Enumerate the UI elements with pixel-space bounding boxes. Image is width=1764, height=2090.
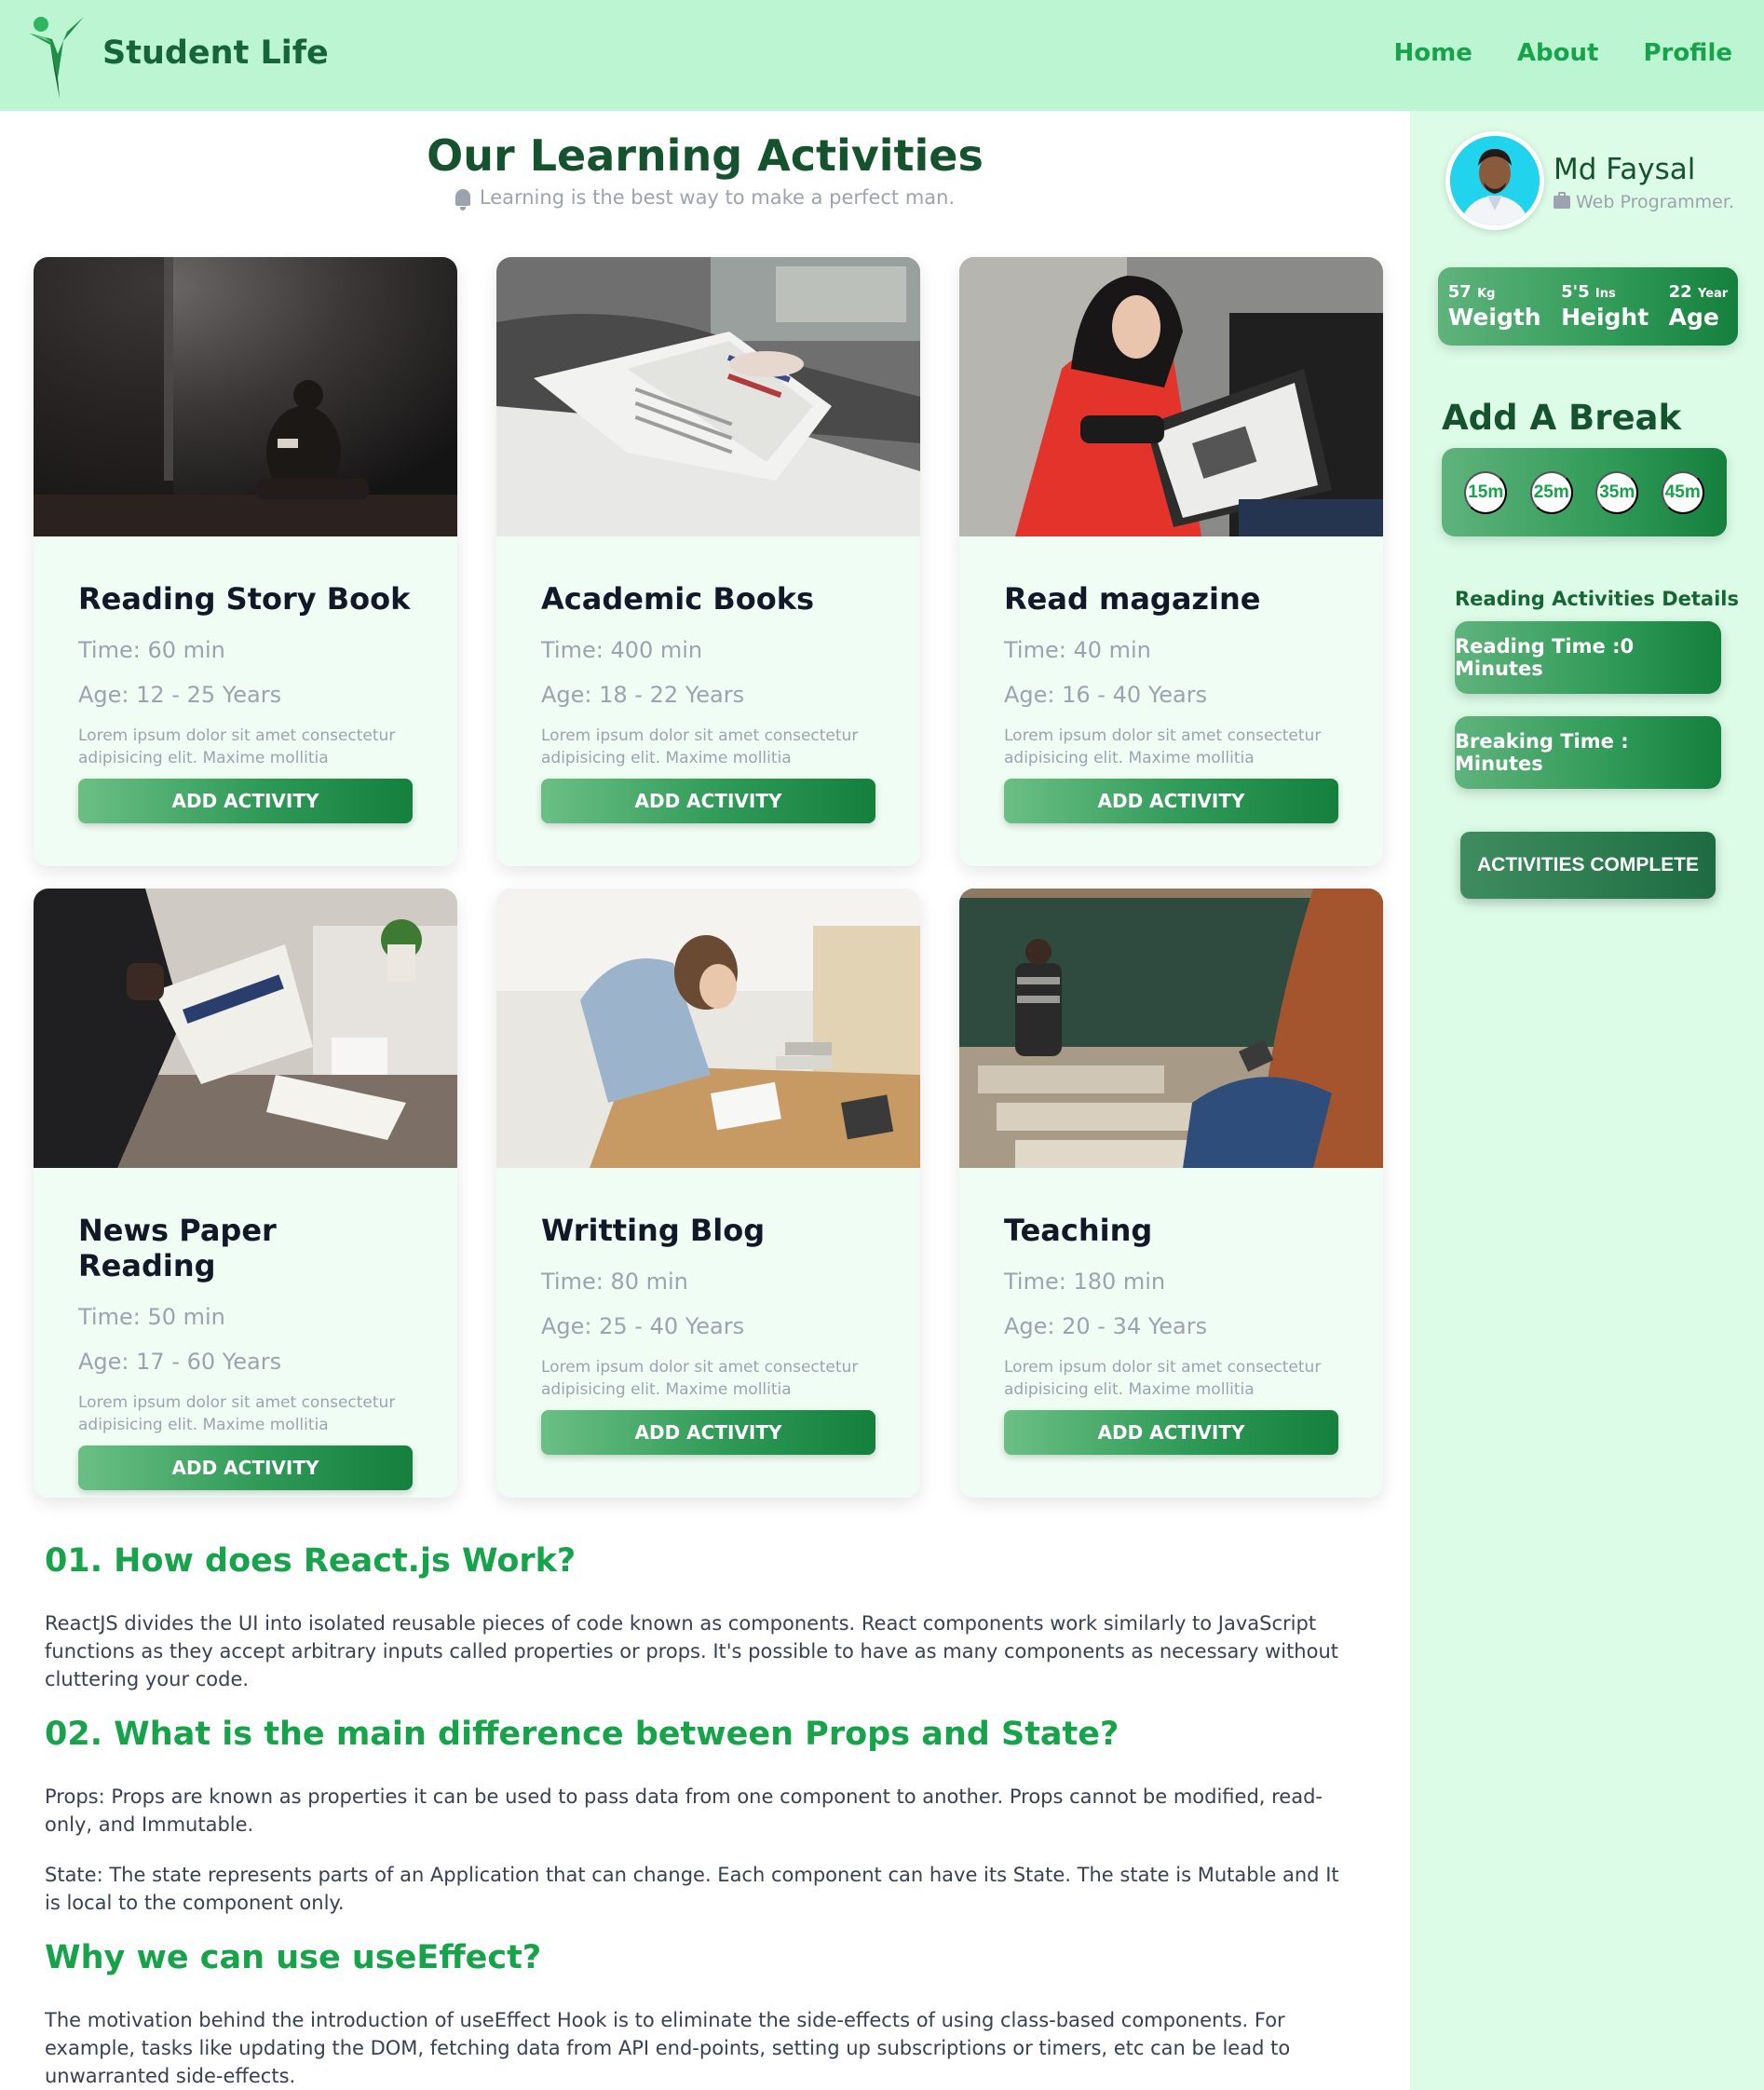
card-title: Reading Story Book	[78, 581, 411, 617]
qa-paragraph: State: The state represents parts of an …	[45, 1864, 1339, 1914]
user-photo-icon	[1450, 136, 1540, 225]
brand[interactable]: Student Life	[26, 13, 329, 99]
sidebar: Md Faysal Web Programmer. 57 Kg Weigth 5…	[1410, 111, 1764, 2090]
card-time: Time: 80 min	[541, 1269, 688, 1295]
card-age: Age: 25 - 40 Years	[541, 1313, 745, 1339]
add-activity-button[interactable]: ADD ACTIVITY	[1004, 779, 1338, 823]
qa-heading: 02. What is the main difference between …	[45, 1716, 1119, 1753]
add-activity-button[interactable]: ADD ACTIVITY	[78, 779, 413, 823]
card-title: Academic Books	[541, 581, 815, 617]
break-45m-button[interactable]: 45m	[1661, 470, 1704, 514]
breaking-time-box: Breaking Time : Minutes	[1455, 716, 1721, 789]
qa-heading: Why we can use useEffect?	[45, 1939, 542, 1976]
stat-weight: 57 Kg Weigth	[1448, 282, 1541, 331]
activity-card: Academic Books Time: 400 min Age: 18 - 2…	[496, 257, 920, 866]
break-35m-button[interactable]: 35m	[1595, 470, 1639, 514]
bell-icon	[455, 189, 470, 210]
student-logo-icon	[30, 17, 84, 99]
card-time: Time: 40 min	[1004, 637, 1151, 663]
card-title: Read magazine	[1004, 581, 1261, 617]
card-time: Time: 180 min	[1004, 1269, 1166, 1295]
card-age: Age: 20 - 34 Years	[1004, 1313, 1208, 1339]
details-title: Reading Activities Details	[1455, 588, 1740, 610]
page-subtitle: Learning is the best way to make a perfe…	[0, 186, 1410, 210]
qa-paragraph: Props: Props are known as properties it …	[45, 1785, 1323, 1836]
profile-role-text: Web Programmer.	[1576, 192, 1734, 212]
avatar[interactable]	[1445, 131, 1544, 230]
card-age: Age: 17 - 60 Years	[78, 1349, 282, 1375]
card-description: Lorem ipsum dolor sit amet consectetur a…	[78, 1393, 396, 1434]
card-description: Lorem ipsum dolor sit amet consectetur a…	[78, 726, 396, 767]
activities-complete-button[interactable]: ACTIVITIES COMPLETE	[1460, 832, 1716, 899]
activity-card: Read magazine Time: 40 min Age: 16 - 40 …	[959, 257, 1383, 866]
profile-role: Web Programmer.	[1554, 192, 1734, 212]
nav-links: Home About Profile	[1394, 39, 1732, 67]
activity-card: Teaching Time: 180 min Age: 20 - 34 Year…	[959, 889, 1383, 1498]
card-image-academic-books	[496, 257, 920, 536]
profile: Md Faysal Web Programmer.	[1445, 131, 1734, 230]
nav-profile[interactable]: Profile	[1643, 39, 1732, 67]
card-description: Lorem ipsum dolor sit amet consectetur a…	[541, 1358, 859, 1399]
stat-label: Height	[1561, 304, 1649, 331]
break-25m-button[interactable]: 25m	[1529, 470, 1573, 514]
break-15m-button[interactable]: 15m	[1464, 470, 1508, 514]
stat-value: 5'5	[1561, 282, 1590, 302]
stat-label: Weigth	[1447, 304, 1541, 331]
card-time: Time: 400 min	[541, 637, 703, 663]
page-subtitle-text: Learning is the best way to make a perfe…	[479, 186, 956, 209]
card-description: Lorem ipsum dolor sit amet consectetur a…	[1004, 726, 1322, 767]
navbar: Student Life Home About Profile	[0, 0, 1764, 111]
card-time: Time: 50 min	[78, 1304, 225, 1330]
reading-time-box: Reading Time :0 Minutes	[1455, 621, 1721, 694]
activity-card: Reading Story Book Time: 60 min Age: 12 …	[34, 257, 457, 866]
nav-about[interactable]: About	[1517, 39, 1599, 67]
brand-name: Student Life	[102, 34, 329, 72]
stat-height: 5'5 Ins Height	[1561, 282, 1649, 331]
card-image-read-magazine	[959, 257, 1383, 536]
card-image-reading-story	[34, 257, 457, 536]
card-age: Age: 18 - 22 Years	[541, 682, 745, 708]
break-options: 15m 25m 35m 45m	[1442, 448, 1727, 536]
qa-heading: 01. How does React.js Work?	[45, 1542, 577, 1580]
card-description: Lorem ipsum dolor sit amet consectetur a…	[541, 726, 859, 767]
stat-unit: Ins	[1594, 287, 1616, 301]
card-title: Teaching	[1004, 1213, 1153, 1248]
body-stats: 57 Kg Weigth 5'5 Ins Height 22 Year Age	[1438, 267, 1738, 346]
activity-card: News Paper Reading Time: 50 min Age: 17 …	[34, 889, 457, 1498]
card-description: Lorem ipsum dolor sit amet consectetur a…	[1004, 1358, 1322, 1399]
profile-name: Md Faysal	[1554, 153, 1696, 186]
briefcase-icon	[1554, 192, 1570, 209]
stat-unit: Kg	[1477, 287, 1496, 301]
add-activity-button[interactable]: ADD ACTIVITY	[1004, 1410, 1338, 1455]
card-time: Time: 60 min	[78, 637, 225, 663]
stat-value: 22	[1668, 282, 1692, 302]
qa-paragraph: ReactJS divides the UI into isolated reu…	[45, 1612, 1339, 1690]
add-activity-button[interactable]: ADD ACTIVITY	[541, 779, 875, 823]
card-age: Age: 16 - 40 Years	[1004, 682, 1208, 708]
stat-unit: Year	[1698, 287, 1729, 301]
add-activity-button[interactable]: ADD ACTIVITY	[541, 1410, 875, 1455]
add-activity-button[interactable]: ADD ACTIVITY	[78, 1445, 413, 1490]
card-title: Writting Blog	[541, 1213, 766, 1248]
card-age: Age: 12 - 25 Years	[78, 682, 282, 708]
card-image-writing-blog	[496, 889, 920, 1168]
card-image-teaching	[959, 889, 1383, 1168]
stat-value: 57	[1447, 282, 1472, 302]
break-title: Add A Break	[1442, 398, 1682, 438]
card-image-newspaper	[34, 889, 457, 1168]
stat-age: 22 Year Age	[1669, 282, 1729, 331]
qa-paragraph: The motivation behind the introduction o…	[45, 2009, 1291, 2087]
nav-home[interactable]: Home	[1394, 39, 1472, 67]
card-title: News Paper Reading	[78, 1213, 277, 1283]
stat-label: Age	[1668, 304, 1719, 331]
page-title: Our Learning Activities	[427, 130, 984, 181]
activity-card: Writting Blog Time: 80 min Age: 25 - 40 …	[496, 889, 920, 1498]
